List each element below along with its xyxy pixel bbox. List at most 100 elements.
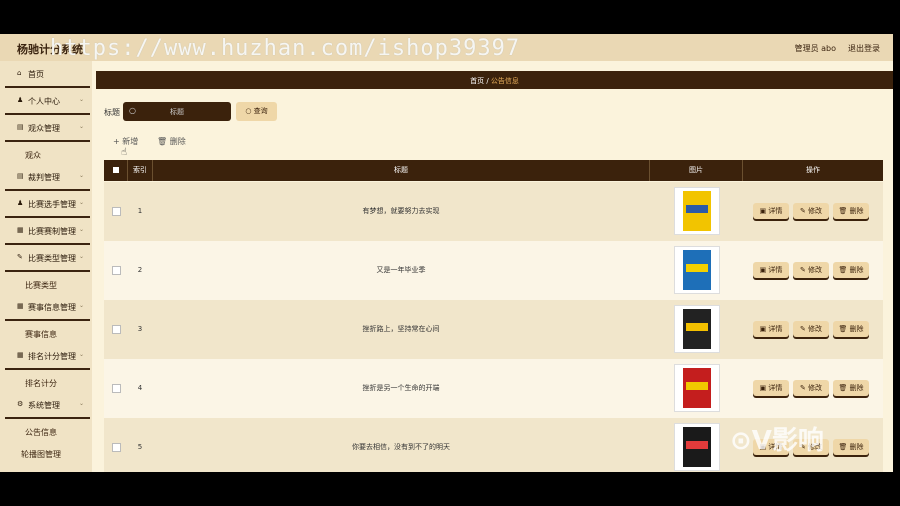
edit-button[interactable]: ✎ 修改 xyxy=(793,203,829,219)
delete-row-button[interactable]: 🗑 删除 xyxy=(833,321,869,337)
row-checkbox[interactable] xyxy=(112,384,121,393)
query-button-label: 查询 xyxy=(253,107,268,115)
edit-button-label: 修改 xyxy=(808,325,823,333)
chevron-down-icon: ⌄ xyxy=(79,253,85,260)
sidebar-item-label: 观众管理 xyxy=(28,124,60,133)
sidebar-divider xyxy=(5,368,90,370)
detail-button[interactable]: ▣ 详情 xyxy=(753,380,789,396)
row-title: 有梦想，就要努力去实现 xyxy=(362,207,440,215)
query-button[interactable]: ○ 查询 xyxy=(236,102,277,121)
table-row: 2 又是一年毕业季 ▣ 详情 ✎ 修改 🗑 删除 xyxy=(104,241,883,301)
header-actions: 操作 xyxy=(806,166,820,174)
sidebar-subitem[interactable]: 轮播图管理 xyxy=(21,449,113,460)
edit-button[interactable]: ✎ 修改 xyxy=(793,262,829,278)
sidebar-item-label: 赛事信息管理 xyxy=(28,303,76,312)
row-index: 3 xyxy=(137,325,143,333)
chevron-down-icon: ⌄ xyxy=(79,302,85,309)
sidebar-divider xyxy=(5,417,90,419)
row-title: 挫折是另一个生命的开端 xyxy=(362,384,440,392)
chevron-down-icon: ⌄ xyxy=(79,400,85,407)
gear-icon: ⚙ xyxy=(17,400,24,408)
search-placeholder: 标题 xyxy=(170,108,184,116)
breadcrumb-home[interactable]: 首页 xyxy=(470,77,484,85)
sidebar-divider xyxy=(5,319,90,321)
select-all-checkbox[interactable] xyxy=(104,160,128,181)
breadcrumb-current: 公告信息 xyxy=(490,77,519,85)
detail-button[interactable]: ▣ 详情 xyxy=(753,321,789,337)
detail-button-label: 详情 xyxy=(768,384,783,392)
detail-button-label: 详情 xyxy=(768,325,783,333)
delete-button-label: 删除 xyxy=(169,137,186,146)
header-index: 索引 xyxy=(128,160,153,181)
row-image xyxy=(674,423,720,471)
detail-button[interactable]: ▣ 详情 xyxy=(753,262,789,278)
delete-row-button[interactable]: 🗑 删除 xyxy=(833,439,869,455)
edit-button[interactable]: ✎ 修改 xyxy=(793,380,829,396)
sidebar-divider xyxy=(5,270,90,272)
sidebar-divider xyxy=(5,86,90,88)
video-logo: ⊙V影响 xyxy=(730,426,824,456)
row-checkbox[interactable] xyxy=(112,443,121,452)
grid-icon: ▦ xyxy=(17,351,24,359)
search-input[interactable]: ○ 标题 xyxy=(123,102,231,121)
header-title: 标题 xyxy=(153,160,650,181)
search-label: 标题 xyxy=(104,108,120,117)
sidebar-divider xyxy=(5,140,90,142)
delete-row-button[interactable]: 🗑 删除 xyxy=(833,262,869,278)
logout-link[interactable]: 退出登录 xyxy=(848,43,880,54)
row-title: 挫折路上，坚持常在心间 xyxy=(362,325,440,333)
delete-row-button-label: 删除 xyxy=(849,384,864,392)
admin-label: 管理员 abo xyxy=(794,44,836,53)
row-checkbox[interactable] xyxy=(112,266,121,275)
sidebar-item-label: 比赛赛制管理 xyxy=(28,227,76,236)
watermark-url: https://www.huzhan.com/ishop39397 xyxy=(50,36,521,61)
table-row: 3 挫折路上，坚持常在心间 ▣ 详情 ✎ 修改 🗑 删除 xyxy=(104,300,883,360)
sidebar-divider xyxy=(5,243,90,245)
detail-button-label: 详情 xyxy=(768,207,783,215)
grid-icon: ▦ xyxy=(17,302,24,310)
sidebar-item-label: 首页 xyxy=(28,70,44,79)
detail-button-label: 详情 xyxy=(768,266,783,274)
table-row: 1 有梦想，就要努力去实现 ▣ 详情 ✎ 修改 🗑 删除 xyxy=(104,182,883,242)
sidebar-divider xyxy=(5,113,90,115)
sidebar-item-label: 比赛选手管理 xyxy=(28,200,76,209)
chevron-down-icon: ⌄ xyxy=(79,96,85,103)
detail-button[interactable]: ▣ 详情 xyxy=(753,203,789,219)
delete-button[interactable]: 🗑 删除 xyxy=(157,136,186,147)
delete-row-button[interactable]: 🗑 删除 xyxy=(833,203,869,219)
edit-button-label: 修改 xyxy=(808,266,823,274)
edit-button[interactable]: ✎ 修改 xyxy=(793,321,829,337)
chevron-down-icon: ⌄ xyxy=(79,351,85,358)
add-button[interactable]: + 新增 xyxy=(113,136,138,147)
mouse-cursor-icon: ☝ xyxy=(121,147,128,158)
delete-row-button[interactable]: 🗑 删除 xyxy=(833,380,869,396)
header-image: 图片 xyxy=(650,160,743,181)
edit-button-label: 修改 xyxy=(808,207,823,215)
sidebar: ⌂ 首页 ♟ 个人中心 ⌄ ▤ 观众管理 ⌄ 观众 ▤ 裁判管理 ⌄ ♟ 比赛选手管理 ⌄ ▦ 比赛赛制管理 ⌄ ✎… xyxy=(0,61,92,472)
chevron-down-icon: ⌄ xyxy=(79,226,85,233)
user-icon: ♟ xyxy=(17,199,24,207)
list-icon: ▤ xyxy=(17,172,24,180)
edit-button-label: 修改 xyxy=(808,384,823,392)
chevron-down-icon: ⌄ xyxy=(79,123,85,130)
home-icon: ⌂ xyxy=(17,69,22,77)
sidebar-divider xyxy=(5,189,90,191)
breadcrumb-separator: / xyxy=(486,77,489,85)
row-checkbox[interactable] xyxy=(112,207,121,216)
list-icon: ▤ xyxy=(17,123,24,131)
row-checkbox[interactable] xyxy=(112,325,121,334)
delete-row-button-label: 删除 xyxy=(849,207,864,215)
sidebar-item-label: 比赛类型管理 xyxy=(28,254,76,263)
sidebar-item-label: 裁判管理 xyxy=(28,173,60,182)
user-icon: ♟ xyxy=(17,96,24,104)
delete-row-button-label: 删除 xyxy=(849,266,864,274)
delete-row-button-label: 删除 xyxy=(849,443,864,451)
row-index: 1 xyxy=(137,207,143,215)
row-image xyxy=(674,246,720,294)
sidebar-item-label: 个人中心 xyxy=(28,97,60,106)
breadcrumb: 首页 / 公告信息 xyxy=(96,71,893,89)
delete-row-button-label: 删除 xyxy=(849,325,864,333)
sidebar-item-label: 排名计分管理 xyxy=(28,352,76,361)
tag-icon: ✎ xyxy=(17,253,23,261)
sidebar-item-label: 系统管理 xyxy=(28,401,60,410)
